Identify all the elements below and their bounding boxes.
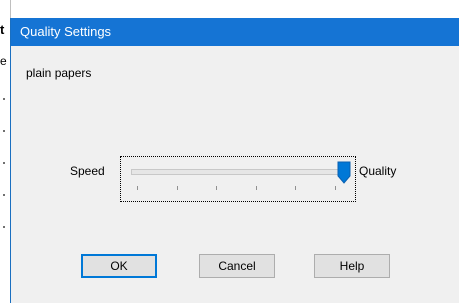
- slider-tick: [295, 186, 296, 190]
- quality-settings-dialog: Quality Settings plain papers Speed Qual…: [10, 18, 459, 303]
- background-window-mark: [3, 98, 5, 100]
- dialog-title: Quality Settings: [20, 24, 112, 39]
- slider-max-label: Quality: [359, 164, 397, 178]
- slider-track[interactable]: [131, 169, 347, 175]
- slider-tick: [335, 186, 336, 190]
- background-window-text: t: [0, 22, 5, 37]
- background-window-mark: [3, 130, 5, 132]
- help-button[interactable]: Help: [314, 254, 390, 278]
- quality-slider[interactable]: [120, 156, 356, 202]
- slider-tick: [216, 186, 217, 190]
- slider-tick: [137, 186, 138, 190]
- background-window-mark: [3, 226, 5, 228]
- slider-thumb[interactable]: [337, 161, 351, 184]
- background-window-mark: [3, 162, 5, 164]
- slider-tick: [256, 186, 257, 190]
- cancel-button[interactable]: Cancel: [199, 254, 275, 278]
- background-window-mark: [3, 194, 5, 196]
- screen: t e Quality Settings plain papers Speed …: [0, 0, 459, 303]
- paper-type-label: plain papers: [26, 66, 92, 80]
- background-window-text: e: [0, 54, 7, 68]
- slider-tick: [177, 186, 178, 190]
- dialog-titlebar[interactable]: Quality Settings: [11, 18, 459, 46]
- ok-button[interactable]: OK: [81, 254, 157, 278]
- slider-min-label: Speed: [70, 164, 105, 178]
